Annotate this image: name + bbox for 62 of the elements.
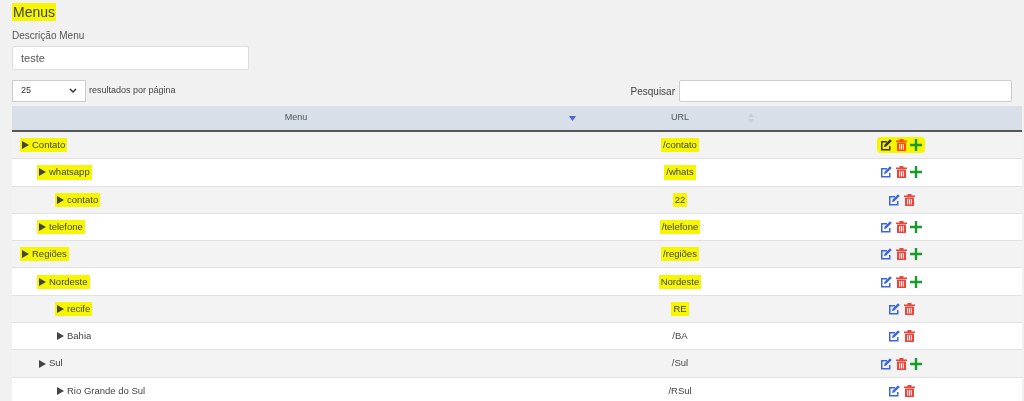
edit-icon[interactable] (880, 221, 893, 234)
menu-item[interactable]: recife (55, 301, 93, 317)
expand-arrow-icon[interactable] (57, 304, 64, 313)
search-label: Pesquisar (630, 84, 675, 99)
edit-icon[interactable] (880, 275, 893, 288)
trash-icon[interactable] (903, 384, 915, 397)
url-cell: 22 (672, 192, 688, 207)
sort-descending-icon[interactable] (569, 115, 576, 121)
expand-arrow-icon[interactable] (39, 277, 46, 286)
search-field[interactable] (679, 80, 1012, 102)
menu-item[interactable]: Rio Grande do Sul (55, 383, 148, 398)
expand-arrow-icon[interactable] (39, 168, 46, 177)
expand-arrow-icon[interactable] (22, 250, 29, 259)
menu-item[interactable]: Sul (37, 356, 65, 371)
trash-icon[interactable] (896, 248, 907, 261)
url-cell: /regiões (661, 247, 699, 262)
trash-icon[interactable] (896, 275, 907, 288)
column-header[interactable]: Menu (284, 111, 308, 125)
url-cell-text: /Sul (670, 356, 690, 371)
edit-icon[interactable] (887, 384, 901, 397)
trash-icon[interactable] (896, 357, 907, 370)
trash-icon[interactable] (896, 221, 907, 234)
edit-icon[interactable] (880, 139, 893, 152)
page-title: Menus (12, 3, 57, 21)
url-cell-text: /RSul (667, 383, 693, 398)
chevron-down-icon (69, 88, 77, 94)
url-cell: /whats (664, 165, 696, 180)
url-cell: /contato (661, 138, 699, 153)
url-cell: /telefone (659, 219, 701, 235)
edit-icon[interactable] (887, 330, 901, 343)
trash-icon[interactable] (903, 330, 915, 343)
url-cell: RE (671, 301, 689, 317)
plus-icon[interactable] (910, 357, 922, 370)
menu-item[interactable]: Nordeste (37, 274, 90, 289)
menu-item[interactable]: contato (55, 192, 101, 207)
expand-arrow-icon[interactable] (39, 359, 46, 368)
url-cell-text: /BA (671, 329, 689, 344)
expand-arrow-icon[interactable] (39, 223, 46, 232)
edit-icon[interactable] (880, 166, 893, 179)
url-cell: Nordeste (658, 274, 702, 289)
plus-icon[interactable] (910, 275, 922, 288)
menu-item[interactable]: telefone (37, 219, 85, 235)
plus-icon[interactable] (910, 221, 922, 234)
field-label: Descrição Menu (12, 29, 85, 43)
description-field[interactable]: teste (12, 46, 249, 70)
trash-icon[interactable] (903, 193, 915, 206)
trash-icon[interactable] (903, 302, 915, 315)
page-size-label: resultados por página (89, 84, 176, 98)
trash-icon[interactable] (896, 166, 907, 179)
expand-arrow-icon[interactable] (57, 332, 64, 341)
expand-arrow-icon[interactable] (57, 195, 64, 204)
menu-item[interactable]: Regiões (20, 247, 69, 262)
menu-item[interactable]: Contato (20, 138, 68, 153)
plus-icon[interactable] (910, 248, 922, 261)
menu-item[interactable]: whatsapp (37, 165, 92, 180)
plus-icon[interactable] (910, 139, 922, 152)
plus-icon[interactable] (910, 166, 922, 179)
page-size-select[interactable]: 25 (12, 80, 86, 102)
expand-arrow-icon[interactable] (57, 386, 64, 395)
menu-item[interactable]: Bahia (55, 329, 94, 344)
expand-arrow-icon[interactable] (22, 141, 29, 150)
column-header[interactable]: URL (671, 111, 689, 125)
